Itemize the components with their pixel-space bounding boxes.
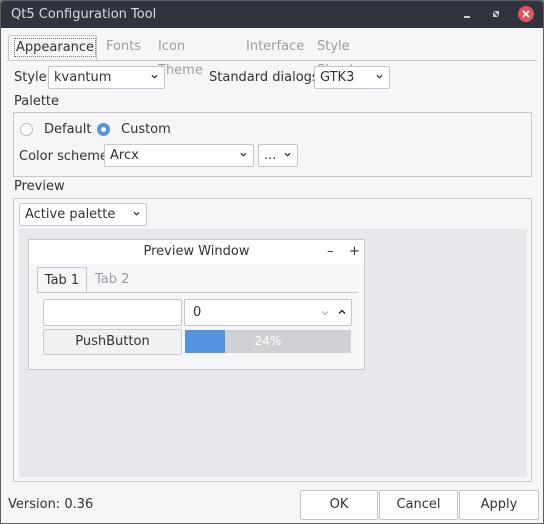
- progress-text: 24%: [254, 334, 282, 348]
- preview-maximize-icon[interactable]: +: [349, 240, 360, 264]
- radio-default[interactable]: [20, 123, 33, 136]
- tab-appearance[interactable]: Appearance: [8, 35, 97, 60]
- color-scheme-more-button[interactable]: ...: [258, 144, 298, 167]
- more-button-label: ...: [264, 148, 277, 163]
- title-bar[interactable]: Qt5 Configuration Tool: [1, 1, 543, 28]
- preview-tab-widget: Tab 1 Tab 2 0 PushButton 24%: [37, 267, 358, 365]
- spin-up-icon[interactable]: [338, 308, 346, 316]
- chevron-down-icon: [376, 74, 383, 79]
- preview-tab-2[interactable]: Tab 2: [95, 267, 129, 292]
- spin-box-value: 0: [193, 305, 202, 320]
- maximize-icon[interactable]: [488, 6, 504, 22]
- preview-line-edit[interactable]: [43, 299, 182, 326]
- standard-dialogs-label: Standard dialogs:: [209, 70, 324, 85]
- palette-label: Palette: [14, 94, 60, 109]
- standard-dialogs-value: GTK3: [320, 70, 355, 85]
- palette-combo-value: Active palette: [25, 207, 116, 222]
- chevron-down-icon: [240, 152, 247, 157]
- standard-dialogs-combo[interactable]: GTK3: [314, 66, 390, 89]
- cancel-button[interactable]: Cancel: [379, 490, 458, 520]
- preview-tab-1[interactable]: Tab 1: [37, 267, 87, 293]
- preview-label: Preview: [14, 179, 65, 194]
- radio-default-label: Default: [44, 122, 92, 137]
- tab-icon-theme[interactable]: Icon Theme: [158, 35, 203, 78]
- chevron-down-icon: [133, 211, 140, 216]
- radio-custom[interactable]: [97, 123, 110, 136]
- spin-down-icon[interactable]: [321, 309, 329, 317]
- apply-button[interactable]: Apply: [459, 490, 539, 520]
- preview-minimize-icon[interactable]: –: [327, 240, 334, 264]
- version-label: Version: 0.36: [8, 497, 94, 512]
- style-value: kvantum: [54, 70, 112, 85]
- preview-push-button[interactable]: PushButton: [43, 329, 182, 355]
- preview-window: Preview Window – + Tab 1 Tab 2 0 PushBut…: [28, 239, 365, 370]
- color-scheme-label: Color scheme:: [19, 149, 113, 164]
- preview-progress-bar: 24%: [185, 330, 351, 353]
- chevron-down-icon: [151, 74, 158, 79]
- preview-window-title: Preview Window: [143, 244, 250, 259]
- tab-style-sheets[interactable]: Style Sheets: [317, 35, 361, 78]
- close-icon[interactable]: [518, 6, 534, 22]
- main-window: Qt5 Configuration Tool Appearance Fonts …: [0, 0, 544, 524]
- radio-custom-label: Custom: [121, 122, 171, 137]
- palette-combo[interactable]: Active palette: [19, 203, 147, 226]
- color-scheme-value: Arcx: [110, 148, 139, 163]
- minimize-icon[interactable]: [459, 6, 475, 22]
- style-combo[interactable]: kvantum: [48, 66, 165, 89]
- preview-window-title-bar: Preview Window – +: [29, 240, 364, 264]
- preview-spin-box[interactable]: 0: [184, 299, 352, 326]
- style-label: Style:: [14, 70, 52, 85]
- chevron-down-icon: [284, 152, 291, 157]
- color-scheme-combo[interactable]: Arcx: [104, 144, 254, 167]
- tab-fonts[interactable]: Fonts: [106, 35, 141, 59]
- window-title: Qt5 Configuration Tool: [11, 7, 157, 22]
- ok-button[interactable]: OK: [300, 490, 378, 520]
- tab-interface[interactable]: Interface: [246, 35, 304, 59]
